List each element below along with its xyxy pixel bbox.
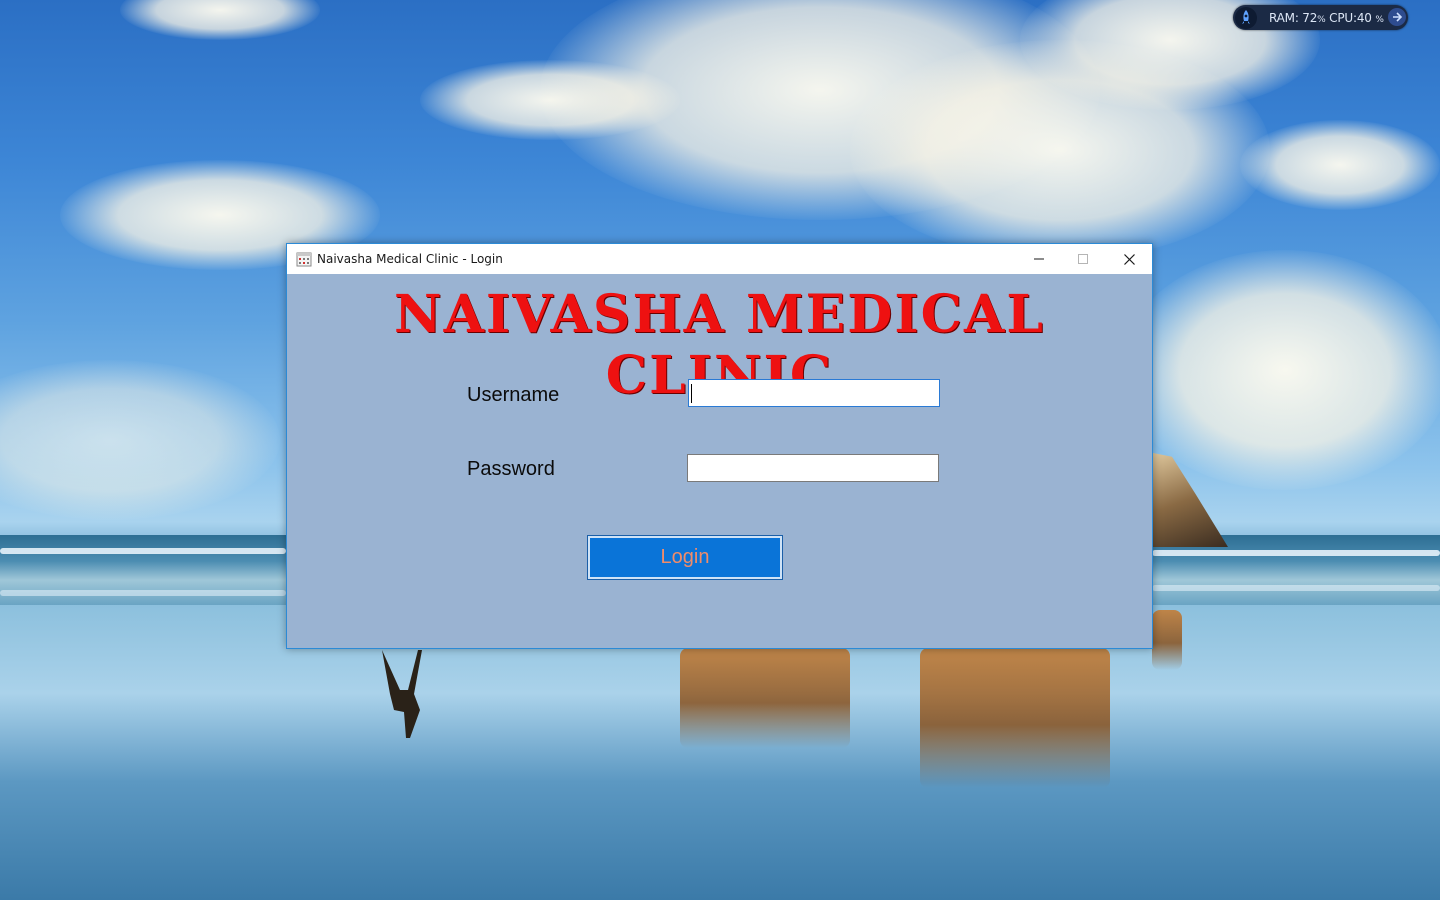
clinic-app-icon [296,252,312,267]
monitor-stats: RAM: 72% CPU:40 % [1269,11,1384,25]
maximize-icon [1078,254,1088,264]
minimize-button[interactable] [1016,244,1062,274]
maximize-button[interactable] [1060,244,1106,274]
login-button[interactable]: Login [587,535,783,580]
ram-label: RAM: [1269,10,1299,25]
cloud [120,0,320,40]
rock-reflection [680,648,850,748]
ram-value: 72 [1302,10,1318,25]
cloud [0,360,280,520]
password-input[interactable] [687,454,939,482]
text-caret [691,384,692,403]
desktop-background: RAM: 72% CPU:40 % Naivasha Medical Clini… [0,0,1440,900]
username-input[interactable] [688,379,940,407]
username-label: Username [467,384,560,406]
person-reflection [382,650,422,738]
wave [0,590,286,596]
arrow-right-icon[interactable] [1388,8,1406,26]
cloud [1240,120,1440,210]
cpu-value: 40 [1356,10,1372,25]
login-window: Naivasha Medical Clinic - Login NAIVASHA… [286,243,1153,649]
ram-percent: % [1317,14,1326,25]
wave [1152,550,1440,556]
window-title: Naivasha Medical Clinic - Login [317,252,503,266]
cpu-label: CPU: [1329,10,1357,25]
cloud [1120,250,1440,490]
cpu-percent: % [1375,14,1384,25]
rock-reflection [1152,610,1182,670]
rocket-icon[interactable] [1235,6,1257,29]
title-bar[interactable]: Naivasha Medical Clinic - Login [287,244,1152,274]
password-label: Password [467,458,555,480]
wave [1152,585,1440,591]
rock-reflection [920,648,1110,788]
close-button[interactable] [1106,244,1152,274]
wave [0,548,286,554]
minimize-icon [1034,258,1044,260]
system-monitor-widget[interactable]: RAM: 72% CPU:40 % [1233,5,1408,30]
close-icon [1123,253,1135,265]
